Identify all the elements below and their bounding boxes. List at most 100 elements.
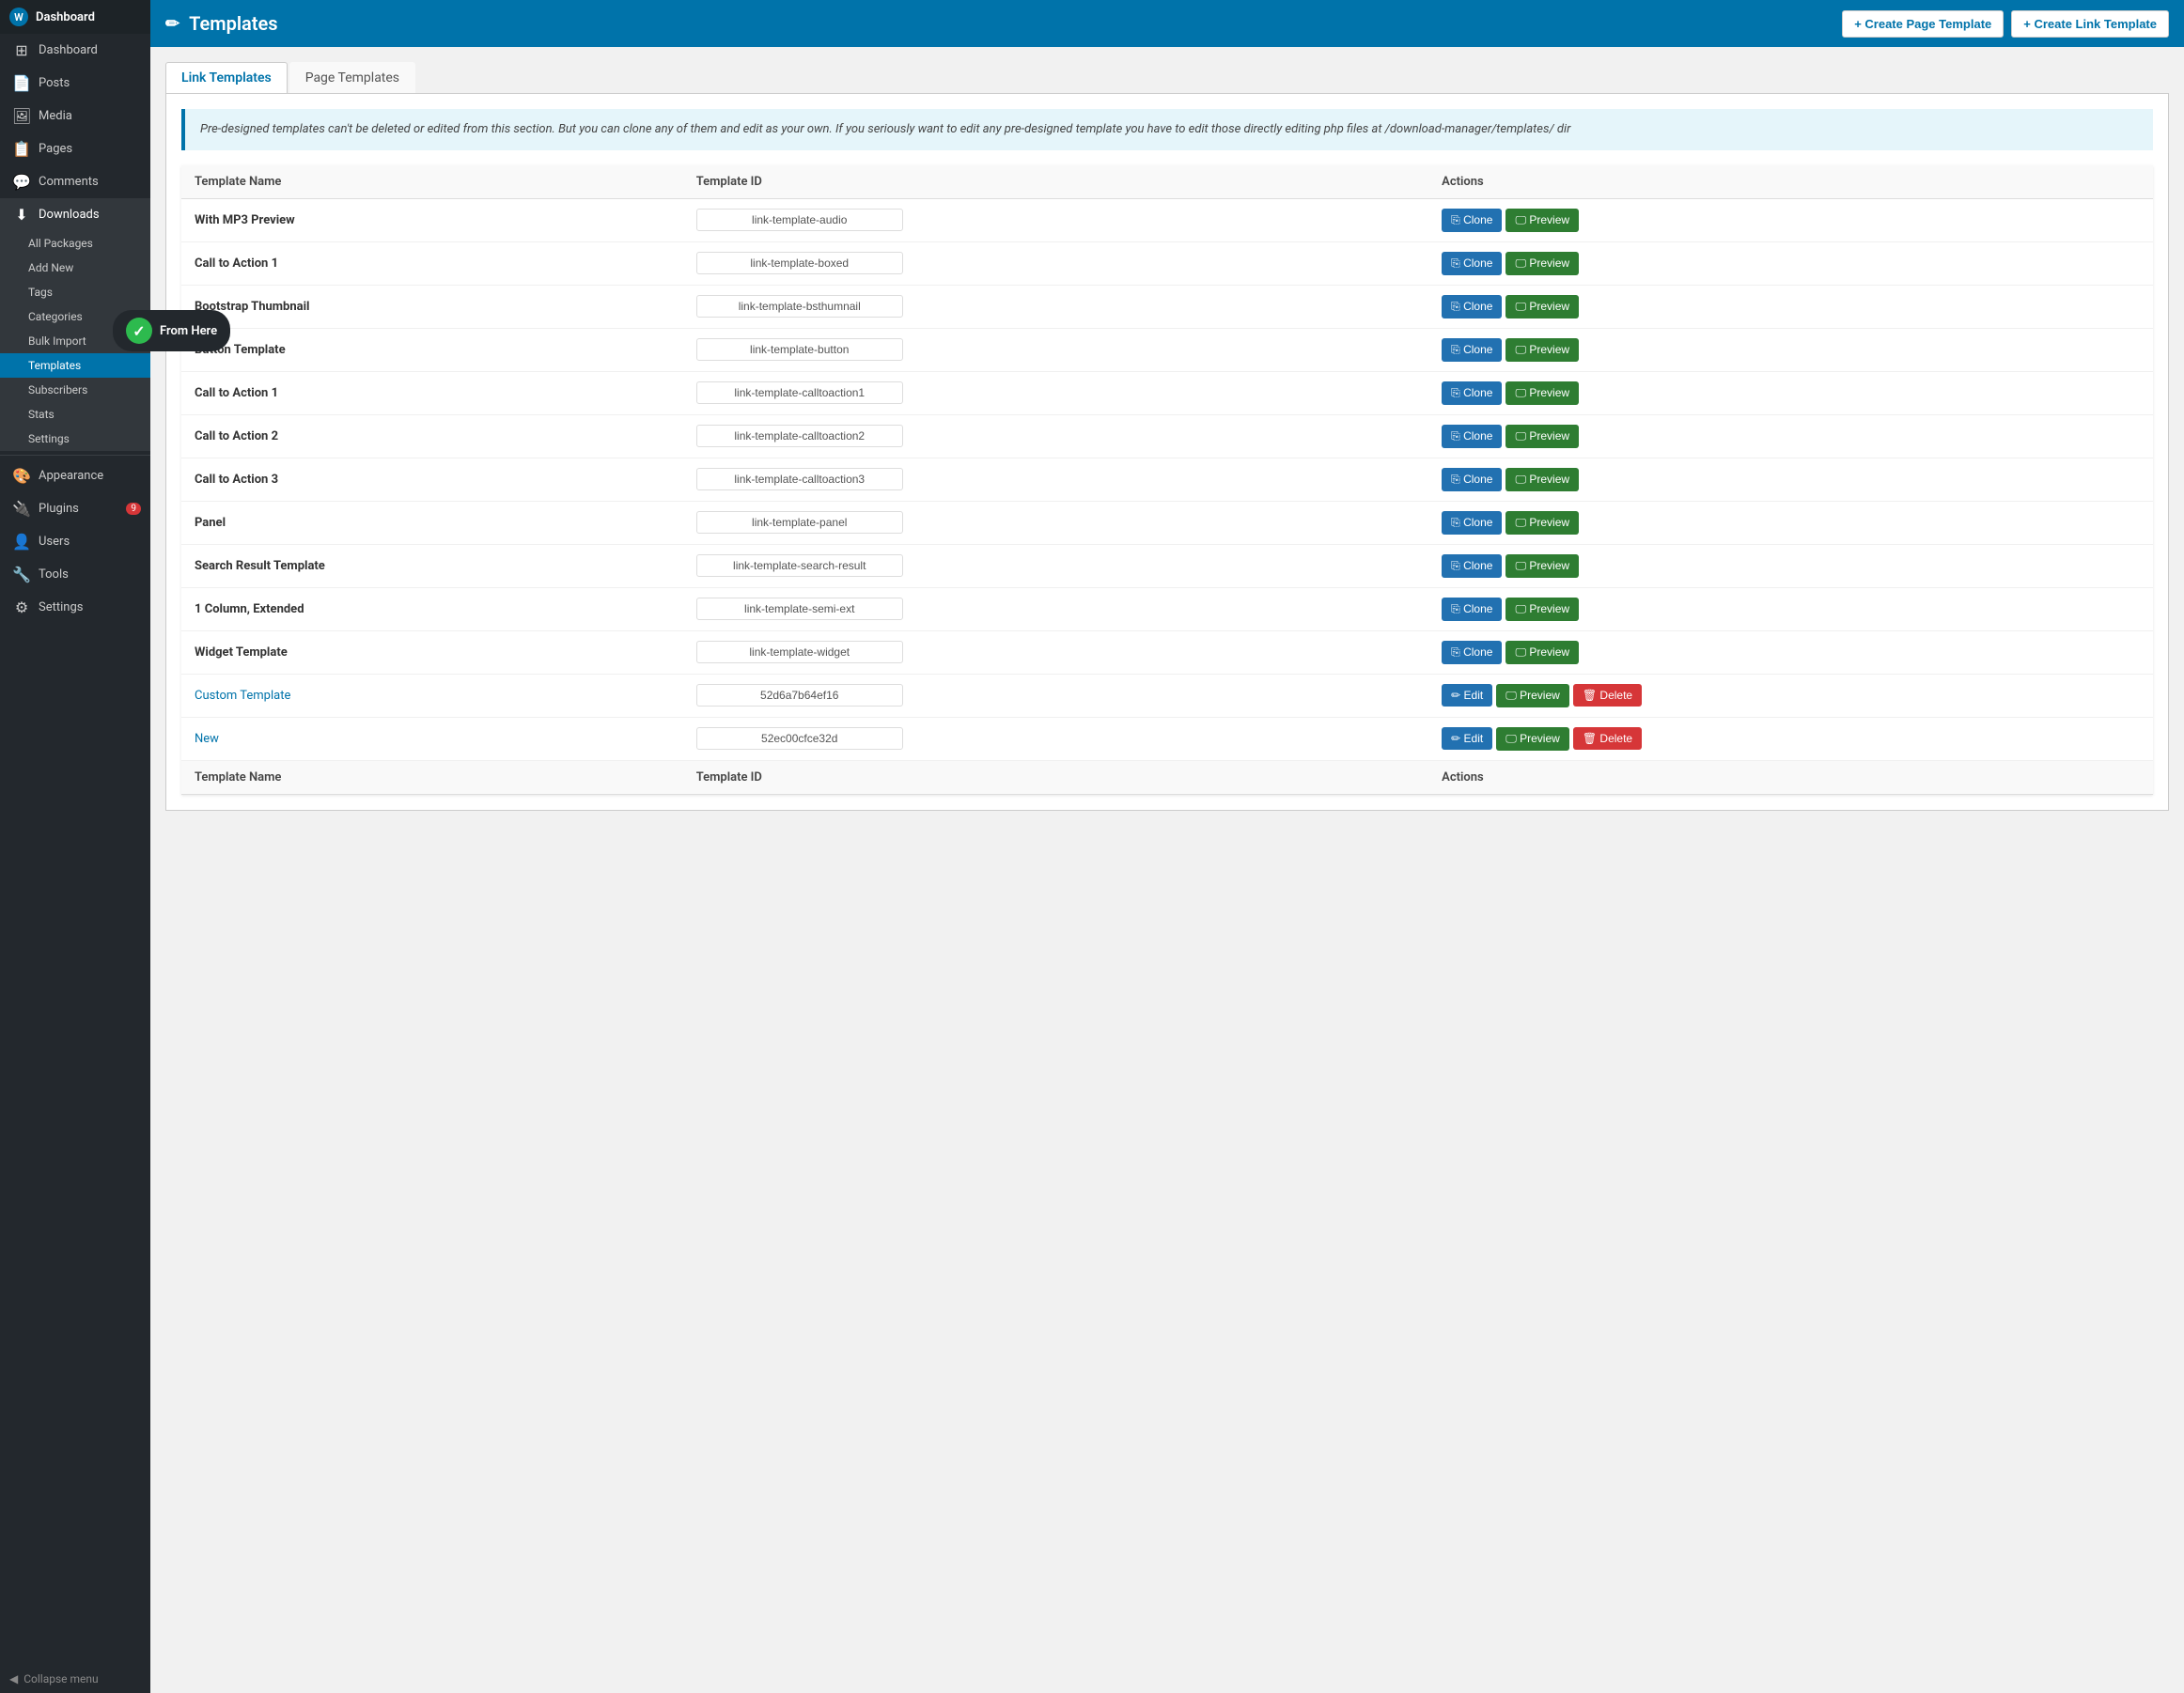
sidebar-item-tags[interactable]: Tags — [0, 280, 150, 304]
sidebar-item-downloads[interactable]: ⬇ Downloads — [0, 198, 150, 231]
sidebar-item-stats[interactable]: Stats — [0, 402, 150, 427]
table-row: Call to Action 2⎘ Clone🖵 Preview — [181, 414, 2153, 458]
clone-button[interactable]: ⎘ Clone — [1442, 598, 1502, 621]
template-name-cell: Bootstrap Thumbnail — [181, 285, 683, 328]
sidebar-item-pages[interactable]: 📋 Pages — [0, 132, 150, 165]
sidebar-item-all-packages[interactable]: All Packages — [0, 231, 150, 256]
preview-button[interactable]: 🖵 Preview — [1505, 511, 1579, 535]
sidebar-item-label: Appearance — [39, 469, 103, 483]
template-id-input[interactable] — [696, 338, 903, 361]
template-id-input[interactable] — [696, 554, 903, 577]
template-id-input[interactable] — [696, 209, 903, 231]
collapse-icon: ◀ — [9, 1672, 18, 1685]
sidebar-item-appearance[interactable]: 🎨 Appearance — [0, 459, 150, 492]
clone-button[interactable]: ⎘ Clone — [1442, 338, 1502, 362]
template-id-input[interactable] — [696, 381, 903, 404]
template-id-cell — [683, 587, 1428, 630]
template-id-input[interactable] — [696, 598, 903, 620]
page-title: ✏ Templates — [165, 12, 278, 35]
sidebar-logo-label: Dashboard — [36, 10, 95, 24]
delete-button[interactable]: 🗑 Delete — [1573, 727, 1642, 750]
tab-link-templates[interactable]: Link Templates — [165, 62, 288, 93]
clone-button[interactable]: ⎘ Clone — [1442, 252, 1502, 275]
submenu-label: Categories — [28, 310, 83, 323]
template-name-cell: Panel — [181, 501, 683, 544]
template-name-link[interactable]: New — [195, 732, 219, 746]
sidebar-logo[interactable]: W Dashboard — [0, 0, 150, 34]
preview-button[interactable]: 🖵 Preview — [1496, 727, 1569, 751]
actions-cell: ✏ Edit🖵 Preview🗑 Delete — [1428, 717, 2153, 760]
clone-button[interactable]: ⎘ Clone — [1442, 554, 1502, 578]
template-name-cell: Call to Action 3 — [181, 458, 683, 501]
sidebar-item-posts[interactable]: 📄 Posts — [0, 67, 150, 100]
edit-button[interactable]: ✏ Edit — [1442, 727, 1492, 750]
posts-icon: 📄 — [12, 74, 31, 92]
table-row: Widget Template⎘ Clone🖵 Preview — [181, 630, 2153, 674]
clone-button[interactable]: ⎘ Clone — [1442, 641, 1502, 664]
page-header: ✏ Templates + Create Page Template + Cre… — [150, 0, 2184, 47]
sidebar-item-subscribers[interactable]: Subscribers — [0, 378, 150, 402]
collapse-menu-button[interactable]: ◀ Collapse menu — [0, 1665, 150, 1693]
clone-button[interactable]: ⎘ Clone — [1442, 511, 1502, 535]
preview-button[interactable]: 🖵 Preview — [1505, 598, 1579, 621]
sidebar-item-tools[interactable]: 🔧 Tools — [0, 558, 150, 591]
header-actions: + Create Page Template + Create Link Tem… — [1842, 10, 2169, 38]
preview-button[interactable]: 🖵 Preview — [1496, 684, 1569, 707]
sidebar-item-add-new[interactable]: Add New — [0, 256, 150, 280]
template-id-input[interactable] — [696, 511, 903, 534]
template-id-input[interactable] — [696, 295, 903, 318]
template-id-input[interactable] — [696, 252, 903, 274]
sidebar-item-plugins[interactable]: 🔌 Plugins 9 — [0, 492, 150, 525]
template-id-cell — [683, 544, 1428, 587]
sidebar-item-settings-sub[interactable]: Settings — [0, 427, 150, 451]
col-template-name: Template Name — [181, 165, 683, 199]
preview-button[interactable]: 🖵 Preview — [1505, 252, 1579, 275]
template-name-text: Panel — [195, 516, 226, 530]
clone-button[interactable]: ⎘ Clone — [1442, 209, 1502, 232]
template-id-cell — [683, 458, 1428, 501]
preview-button[interactable]: 🖵 Preview — [1505, 468, 1579, 491]
sidebar-item-users[interactable]: 👤 Users — [0, 525, 150, 558]
submenu-label: Settings — [28, 432, 70, 445]
page-title-text: Templates — [189, 12, 277, 35]
template-name-link[interactable]: Custom Template — [195, 689, 290, 703]
create-link-template-button[interactable]: + Create Link Template — [2011, 10, 2169, 38]
sidebar-item-templates[interactable]: Templates — [0, 353, 150, 378]
sidebar-item-label: Tools — [39, 567, 69, 582]
preview-button[interactable]: 🖵 Preview — [1505, 338, 1579, 362]
footer-col-name: Template Name — [181, 760, 683, 794]
preview-button[interactable]: 🖵 Preview — [1505, 554, 1579, 578]
actions-cell: ✏ Edit🖵 Preview🗑 Delete — [1428, 674, 2153, 717]
content-area: Link Templates Page Templates Pre-design… — [150, 47, 2184, 1693]
media-icon: 🖼 — [12, 107, 31, 125]
template-id-input[interactable] — [696, 727, 903, 750]
tabs-container: Link Templates Page Templates Pre-design… — [165, 62, 2169, 811]
template-id-cell — [683, 414, 1428, 458]
sidebar-item-settings[interactable]: ⚙ Settings — [0, 591, 150, 624]
sidebar-item-dashboard[interactable]: ⊞ Dashboard — [0, 34, 150, 67]
preview-button[interactable]: 🖵 Preview — [1505, 209, 1579, 232]
template-id-input[interactable] — [696, 425, 903, 447]
sidebar-item-label: Media — [39, 109, 72, 123]
create-page-template-button[interactable]: + Create Page Template — [1842, 10, 2004, 38]
preview-button[interactable]: 🖵 Preview — [1505, 425, 1579, 448]
edit-button[interactable]: ✏ Edit — [1442, 684, 1492, 707]
template-id-input[interactable] — [696, 641, 903, 663]
preview-button[interactable]: 🖵 Preview — [1505, 641, 1579, 664]
table-row: With MP3 Preview⎘ Clone🖵 Preview — [181, 198, 2153, 241]
delete-button[interactable]: 🗑 Delete — [1573, 684, 1642, 707]
tab-page-templates[interactable]: Page Templates — [289, 62, 415, 93]
preview-button[interactable]: 🖵 Preview — [1505, 295, 1579, 318]
actions-cell: ⎘ Clone🖵 Preview — [1428, 285, 2153, 328]
preview-button[interactable]: 🖵 Preview — [1505, 381, 1579, 405]
clone-button[interactable]: ⎘ Clone — [1442, 381, 1502, 405]
template-id-input[interactable] — [696, 468, 903, 490]
clone-button[interactable]: ⎘ Clone — [1442, 425, 1502, 448]
table-body: With MP3 Preview⎘ Clone🖵 Preview Call to … — [181, 198, 2153, 760]
template-id-input[interactable] — [696, 684, 903, 707]
sidebar-item-comments[interactable]: 💬 Comments — [0, 165, 150, 198]
clone-button[interactable]: ⎘ Clone — [1442, 295, 1502, 318]
users-icon: 👤 — [12, 533, 31, 551]
sidebar-item-media[interactable]: 🖼 Media — [0, 100, 150, 132]
clone-button[interactable]: ⎘ Clone — [1442, 468, 1502, 491]
